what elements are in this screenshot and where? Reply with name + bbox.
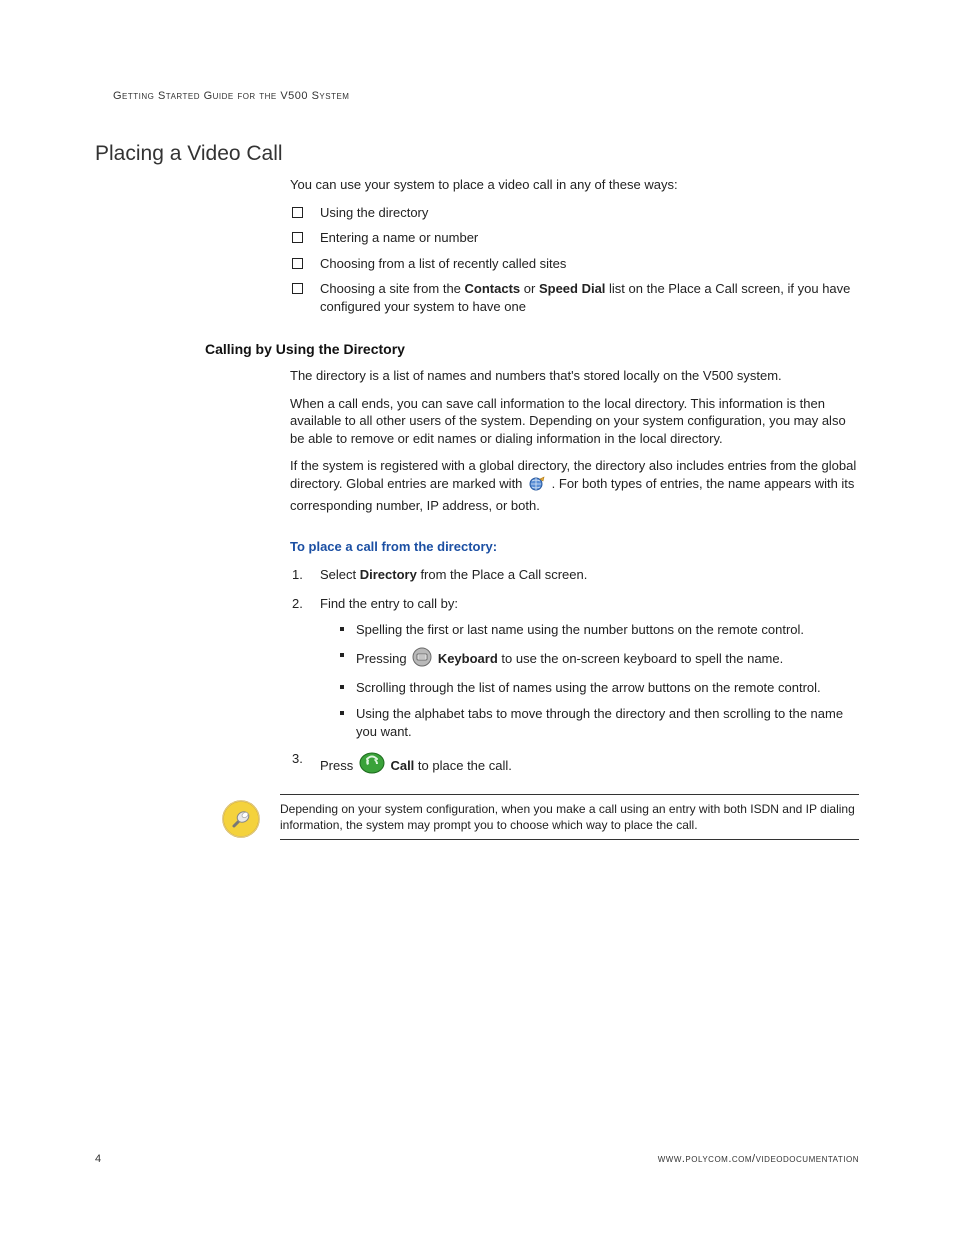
bold-text: Directory bbox=[360, 567, 417, 582]
checklist-item: Entering a name or number bbox=[290, 229, 859, 247]
bold-text: Contacts bbox=[465, 281, 521, 296]
checklist-item: Choosing a site from the Contacts or Spe… bbox=[290, 280, 859, 315]
running-header: Getting Started Guide for the V500 Syste… bbox=[113, 90, 859, 102]
intro-paragraph: You can use your system to place a video… bbox=[290, 176, 859, 194]
globe-icon bbox=[528, 476, 546, 497]
note-block: Depending on your system configuration, … bbox=[290, 794, 859, 843]
paragraph: The directory is a list of names and num… bbox=[290, 367, 859, 385]
sub-step-item: Scrolling through the list of names usin… bbox=[340, 679, 859, 697]
text: to place the call. bbox=[414, 758, 512, 773]
ways-checklist: Using the directory Entering a name or n… bbox=[290, 204, 859, 316]
page-number: 4 bbox=[95, 1153, 101, 1165]
footer-url: www.polycom.com/videodocumentation bbox=[658, 1153, 859, 1165]
text: Find the entry to call by: bbox=[320, 596, 458, 611]
section-body: The directory is a list of names and num… bbox=[95, 367, 859, 843]
sub-step-item: Pressing Keyboard to use the on-screen k… bbox=[340, 647, 859, 672]
sub-step-item: Using the alphabet tabs to move through … bbox=[340, 705, 859, 740]
bold-text: Call bbox=[387, 758, 414, 773]
sub-steps: Spelling the first or last name using th… bbox=[340, 621, 859, 740]
checklist-item: Choosing from a list of recently called … bbox=[290, 255, 859, 273]
step-item: Find the entry to call by: Spelling the … bbox=[290, 595, 859, 741]
paragraph: If the system is registered with a globa… bbox=[290, 457, 859, 514]
bold-text: Speed Dial bbox=[539, 281, 605, 296]
paragraph: When a call ends, you can save call info… bbox=[290, 395, 859, 448]
note-pushpin-icon bbox=[220, 828, 262, 843]
step-item: Press Call to place the call. bbox=[290, 750, 859, 780]
note-text: Depending on your system configuration, … bbox=[280, 794, 859, 840]
keyboard-button-icon bbox=[412, 647, 432, 672]
checklist-item: Using the directory bbox=[290, 204, 859, 222]
text: Pressing bbox=[356, 651, 410, 666]
step-item: Select Directory from the Place a Call s… bbox=[290, 566, 859, 585]
procedure-steps: Select Directory from the Place a Call s… bbox=[290, 566, 859, 780]
note-icon-cell bbox=[220, 794, 280, 843]
text: Choosing a site from the bbox=[320, 281, 465, 296]
bold-text: Keyboard bbox=[434, 651, 498, 666]
text: to use the on-screen keyboard to spell t… bbox=[498, 651, 783, 666]
text: from the Place a Call screen. bbox=[417, 567, 588, 582]
text: Press bbox=[320, 758, 357, 773]
body-content: You can use your system to place a video… bbox=[95, 176, 859, 315]
page-footer: 4 www.polycom.com/videodocumentation bbox=[95, 1153, 859, 1165]
heading-1: Placing a Video Call bbox=[95, 142, 859, 166]
text: or bbox=[520, 281, 539, 296]
text: Select bbox=[320, 567, 360, 582]
call-button-icon bbox=[359, 750, 385, 780]
heading-2: Calling by Using the Directory bbox=[95, 341, 859, 357]
procedure-heading: To place a call from the directory: bbox=[290, 538, 859, 556]
sub-step-item: Spelling the first or last name using th… bbox=[340, 621, 859, 639]
document-page: Getting Started Guide for the V500 Syste… bbox=[0, 0, 954, 1235]
